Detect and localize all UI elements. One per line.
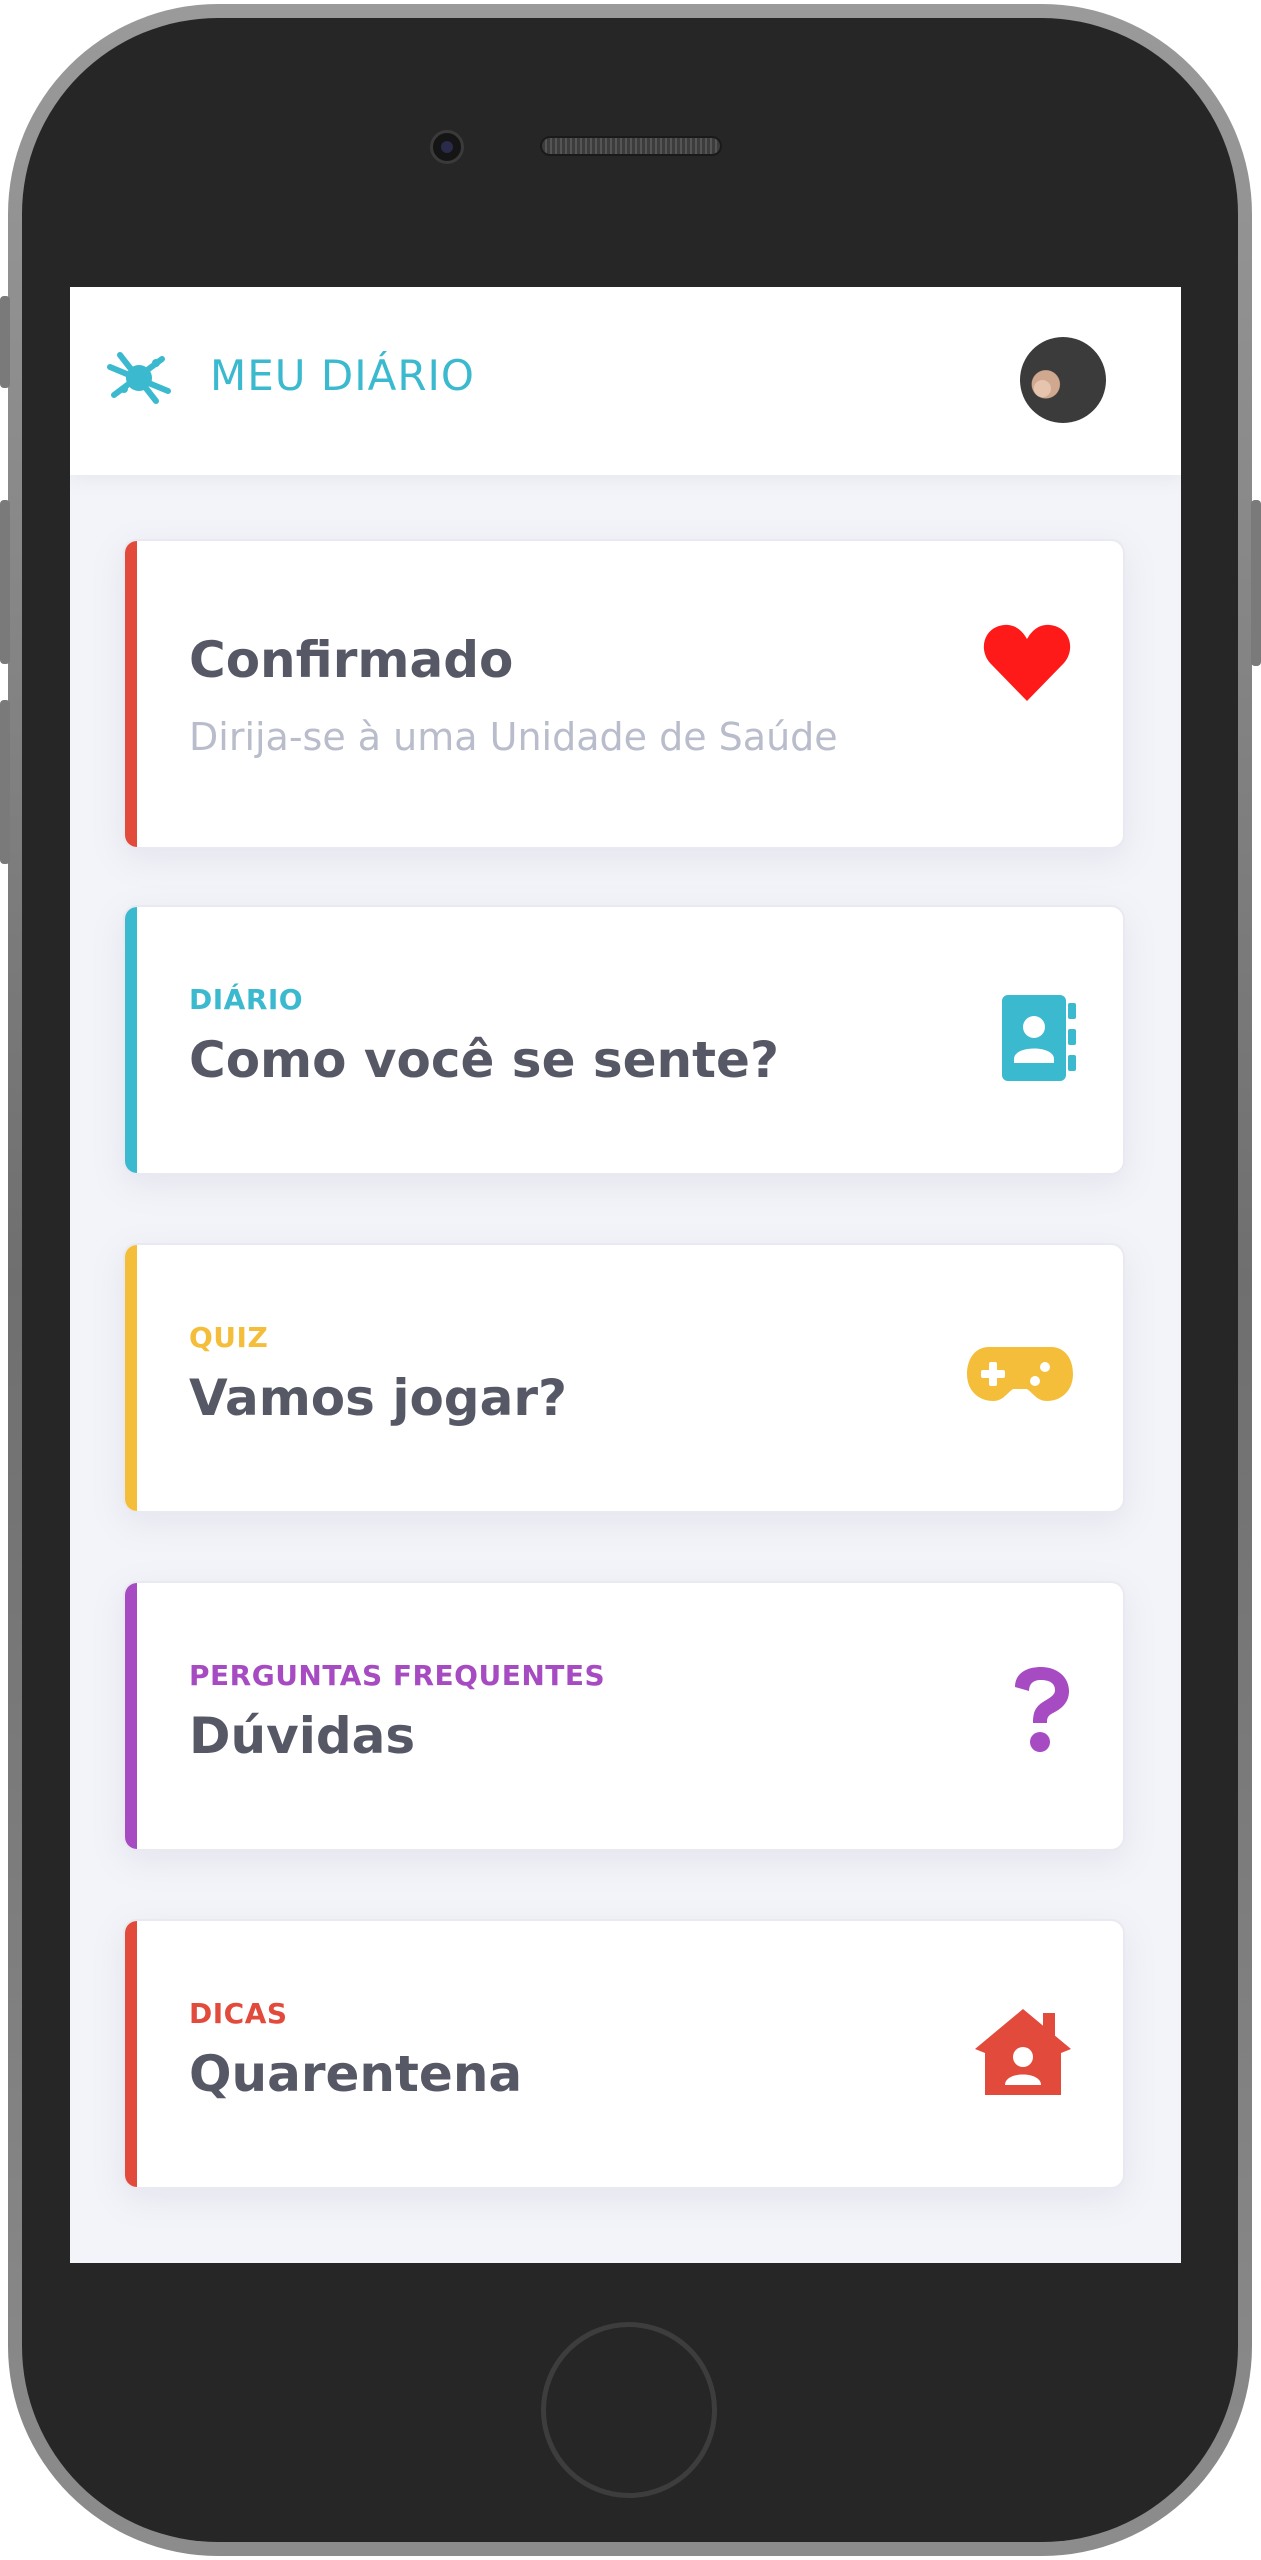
power-button [1251,500,1261,666]
card-title: Quarentena [189,2045,523,2103]
card-quiz[interactable]: QUIZ Vamos jogar? [123,1243,1125,1513]
card-kicker: DICAS [189,1997,288,2030]
gamepad-icon [967,1347,1073,1401]
card-kicker: PERGUNTAS FREQUENTES [189,1659,606,1692]
home-button[interactable] [541,2322,717,2498]
volume-up-button [0,500,10,664]
app-screen: MEU DIÁRIO Confirmado Dirija-se à uma Un… [70,287,1181,2263]
card-accent-bar [125,1245,137,1511]
card-perguntas-frequentes[interactable]: PERGUNTAS FREQUENTES Dúvidas [123,1581,1125,1851]
card-accent-bar [125,1583,137,1849]
question-mark-icon [1015,1667,1069,1752]
user-avatar[interactable] [1020,337,1106,423]
card-kicker: QUIZ [189,1321,269,1354]
card-title: Vamos jogar? [189,1369,568,1427]
heart-icon [983,624,1071,701]
earpiece-speaker [540,136,722,156]
volume-down-button [0,700,10,864]
card-dicas[interactable]: DICAS Quarentena [123,1919,1125,2189]
card-kicker: DIÁRIO [189,983,304,1016]
card-title: Como você se sente? [189,1031,779,1089]
front-camera [430,130,464,164]
mute-switch [0,296,10,388]
card-title: Dúvidas [189,1707,416,1765]
house-user-icon [975,2009,1071,2095]
card-accent-bar [125,1921,137,2187]
card-confirmado[interactable]: Confirmado Dirija-se à uma Unidade de Sa… [123,539,1125,849]
virus-logo-icon[interactable] [106,347,172,407]
card-subtitle: Dirija-se à uma Unidade de Saúde [189,715,838,759]
app-title: MEU DIÁRIO [210,351,475,400]
card-title: Confirmado [189,631,514,689]
contact-book-icon [1002,995,1076,1081]
card-diario[interactable]: DIÁRIO Como você se sente? [123,905,1125,1175]
top-bar: MEU DIÁRIO [70,287,1181,475]
card-accent-bar [125,541,137,847]
card-accent-bar [125,907,137,1173]
